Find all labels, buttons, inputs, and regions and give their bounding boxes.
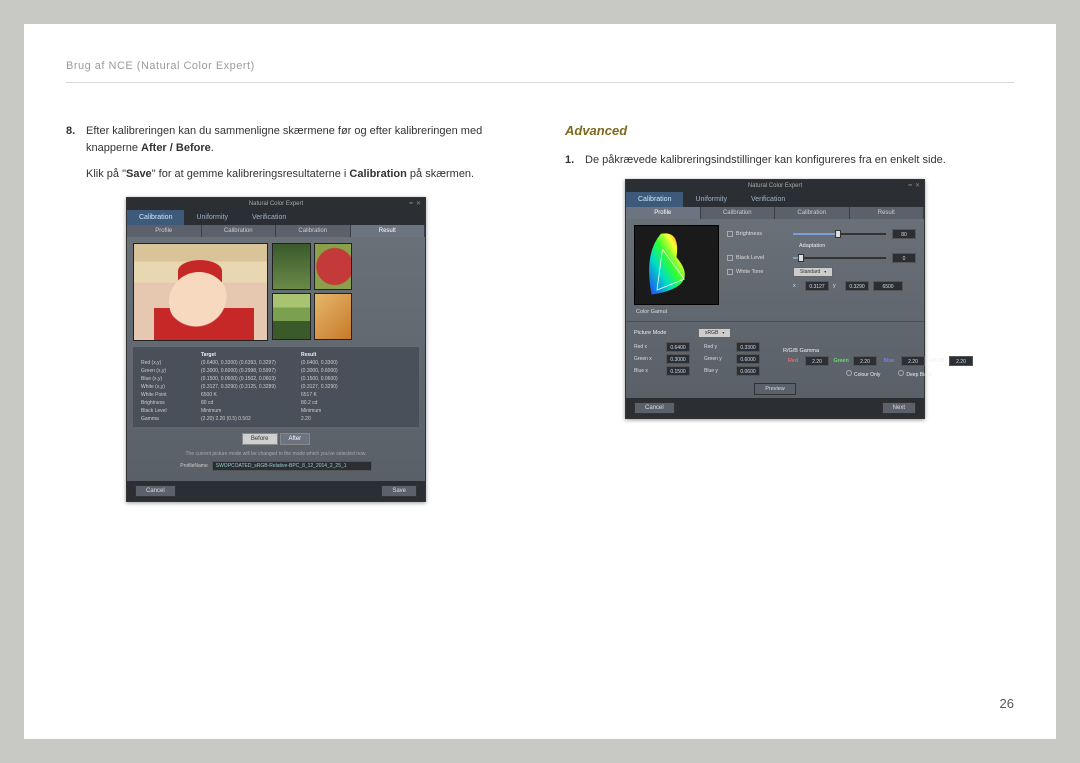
preview-main-image (133, 243, 268, 341)
subtab-calibration[interactable]: Calibration (202, 225, 277, 237)
screenshot-calibration-result: Natural Color Expert ━✕ Calibration Unif… (126, 197, 426, 502)
rgb-xy-grid: Red x0.6400 Red y0.3300 Green x0.3000 Gr… (634, 342, 770, 376)
whitetone-dropdown[interactable]: Standard▾ (793, 267, 833, 277)
profile-label: ProfileName (180, 463, 208, 469)
tab-uniformity[interactable]: Uniformity (184, 210, 240, 225)
subtab-profile[interactable]: Profile (626, 207, 701, 219)
step-8: 8. Efter kalibreringen kan du sammenlign… (66, 123, 515, 156)
cancel-button[interactable]: Cancel (135, 485, 176, 497)
sub-tabs: Profile Calibration Calibration Result (626, 207, 924, 219)
minimize-icon[interactable]: ━ (409, 200, 413, 207)
blacklevel-value[interactable]: 0 (892, 253, 916, 263)
tab-uniformity[interactable]: Uniformity (683, 192, 739, 207)
chevron-down-icon: ▾ (824, 269, 826, 274)
page-number: 26 (1000, 696, 1014, 711)
page: Brug af NCE (Natural Color Expert) 8. Ef… (24, 24, 1056, 739)
after-button[interactable]: After (280, 433, 311, 445)
cancel-button[interactable]: Cancel (634, 402, 675, 414)
tab-verification[interactable]: Verification (240, 210, 298, 225)
brightness-value[interactable]: 80 (892, 229, 916, 239)
subtab-calibration2[interactable]: Calibration (775, 207, 850, 219)
save-button[interactable]: Save (381, 485, 417, 497)
advanced-heading: Advanced (565, 123, 1014, 138)
metrics-table: TargetResult Red (x,y)(0.6400, 0.3300) (… (133, 347, 419, 427)
window-title: Natural Color Expert (249, 201, 303, 207)
subtab-result[interactable]: Result (351, 225, 426, 237)
subtab-calibration[interactable]: Calibration (701, 207, 776, 219)
tab-calibration[interactable]: Calibration (626, 192, 683, 207)
tab-calibration[interactable]: Calibration (127, 210, 184, 225)
result-body: TargetResult Red (x,y)(0.6400, 0.3300) (… (127, 237, 425, 481)
step-number: 8. (66, 123, 80, 156)
thumbnail[interactable] (272, 293, 311, 340)
step-text: De påkrævede kalibreringsindstillinger k… (585, 152, 946, 169)
right-column: Advanced 1. De påkrævede kalibreringsind… (565, 123, 1014, 502)
advanced-body: Brightness 80 Adaptation Black Level 0 (626, 219, 924, 398)
radio-icon[interactable] (846, 370, 852, 376)
window-titlebar: Natural Color Expert ━✕ (127, 198, 425, 210)
thumbnail[interactable] (314, 243, 353, 290)
helper-text: The current picture mode will be changed… (133, 451, 419, 457)
window-title: Natural Color Expert (748, 183, 802, 189)
brightness-slider[interactable] (793, 231, 886, 237)
left-column: 8. Efter kalibreringen kan du sammenlign… (66, 123, 515, 502)
next-button[interactable]: Next (882, 402, 916, 414)
close-icon[interactable]: ✕ (416, 200, 421, 207)
step-number: 1. (565, 152, 579, 169)
preview-button[interactable]: Preview (754, 383, 796, 395)
checkbox-icon[interactable] (727, 231, 733, 237)
checkbox-icon[interactable] (727, 269, 733, 275)
breadcrumb: Brug af NCE (Natural Color Expert) (66, 60, 1014, 83)
main-tabs: Calibration Uniformity Verification (127, 210, 425, 225)
color-gamut-label: Color Gamut (636, 309, 916, 315)
color-gamut-chart (634, 225, 719, 305)
thumbnail[interactable] (314, 293, 353, 340)
blacklevel-slider[interactable] (793, 255, 886, 261)
close-icon[interactable]: ✕ (915, 182, 920, 189)
before-button[interactable]: Before (242, 433, 278, 445)
screenshot-advanced: Natural Color Expert ━✕ Calibration Unif… (625, 179, 925, 419)
picture-mode-label: Picture Mode (634, 330, 692, 336)
save-note: Klik på "Save" for at gemme kalibrerings… (86, 166, 515, 183)
profile-name-input[interactable] (212, 461, 372, 471)
thumbnail[interactable] (272, 243, 311, 290)
radio-icon[interactable] (898, 370, 904, 376)
subtab-result[interactable]: Result (850, 207, 925, 219)
tab-verification[interactable]: Verification (739, 192, 797, 207)
minimize-icon[interactable]: ━ (908, 182, 912, 189)
columns: 8. Efter kalibreringen kan du sammenlign… (66, 123, 1014, 502)
subtab-profile[interactable]: Profile (127, 225, 202, 237)
preview-thumbnails (272, 243, 352, 341)
picture-mode-dropdown[interactable]: sRGB▾ (698, 328, 731, 338)
sub-tabs: Profile Calibration Calibration Result (127, 225, 425, 237)
main-tabs: Calibration Uniformity Verification (626, 192, 924, 207)
window-titlebar: Natural Color Expert ━✕ (626, 180, 924, 192)
subtab-calibration2[interactable]: Calibration (276, 225, 351, 237)
chevron-down-icon: ▾ (722, 330, 724, 335)
step-1: 1. De påkrævede kalibreringsindstillinge… (565, 152, 1014, 169)
after-before-label: After / Before (141, 142, 211, 154)
step-text: Efter kalibreringen kan du sammenligne s… (86, 123, 515, 156)
checkbox-icon[interactable] (727, 255, 733, 261)
